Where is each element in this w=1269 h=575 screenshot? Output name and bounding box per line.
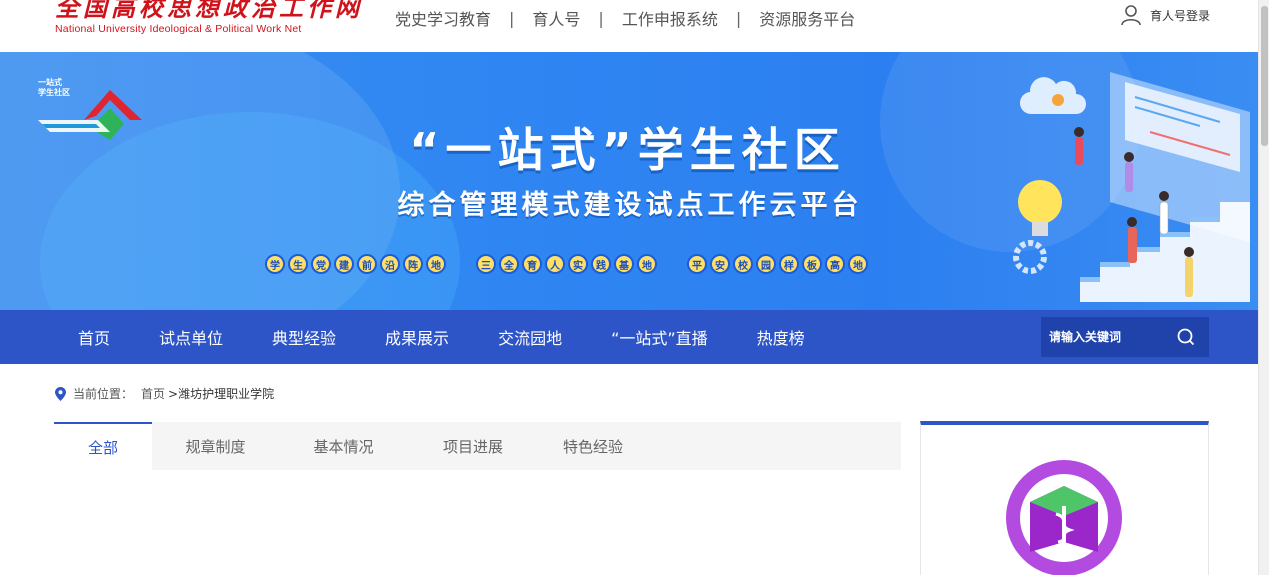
slogan-char: 三: [476, 254, 496, 274]
search-button[interactable]: [1177, 328, 1195, 350]
category-tabs: 全部 规章制度 基本情况 项目进展 特色经验: [54, 422, 901, 470]
nav-achievements[interactable]: 成果展示: [385, 325, 449, 349]
slogan-char: 样: [779, 254, 799, 274]
slogan-char: 板: [802, 254, 822, 274]
school-info-card: [920, 421, 1209, 575]
slogan-char: 高: [825, 254, 845, 274]
top-nav: 党史学习教育 | 育人号 | 工作申报系统 | 资源服务平台: [395, 6, 855, 30]
topnav-resource-platform[interactable]: 资源服务平台: [759, 6, 855, 30]
main-nav: 首页 试点单位 典型经验 成果展示 交流园地 “一站式”直播 热度榜: [0, 310, 1260, 364]
hero-banner: 一站式 学生社区 “一站式”学生社区 综合管理模式建设试点工作云平台 学 生 党…: [0, 52, 1260, 310]
breadcrumb-current: >潍坊护理职业学院: [168, 387, 275, 401]
logo-subtitle: National University Ideological & Politi…: [55, 23, 302, 35]
slogan-safe-campus: 平 安 校 园 样 板 高 地: [687, 254, 868, 274]
slogan-party-building: 学 生 党 建 前 沿 阵 地: [265, 254, 446, 274]
nav-typical-experience[interactable]: 典型经验: [272, 325, 336, 349]
nav-home[interactable]: 首页: [78, 325, 110, 349]
tab-featured-experience[interactable]: 特色经验: [538, 422, 648, 470]
logo-title: 全国高校思想政治工作网: [55, 0, 363, 22]
page-scrollbar[interactable]: [1258, 0, 1269, 575]
school-emblem-icon: [1006, 460, 1122, 575]
slogan-char: 人: [545, 254, 565, 274]
slogan-char: 沿: [380, 254, 400, 274]
slogan-char: 全: [499, 254, 519, 274]
slogan-char: 党: [311, 254, 331, 274]
banner-illustration: [1013, 72, 1250, 302]
slogan-char: 前: [357, 254, 377, 274]
logo-line1: 一站式: [38, 78, 62, 87]
tab-regulations[interactable]: 规章制度: [152, 422, 279, 470]
lightbulb-icon: [1018, 180, 1062, 224]
slogan-char: 安: [710, 254, 730, 274]
topnav-separator: |: [509, 8, 515, 28]
slogan-char: 校: [733, 254, 753, 274]
slogan-char: 地: [637, 254, 657, 274]
slogan-char: 学: [265, 254, 285, 274]
topnav-party-history[interactable]: 党史学习教育: [395, 6, 491, 30]
slogan-char: 育: [522, 254, 542, 274]
tab-project-progress[interactable]: 项目进展: [408, 422, 538, 470]
nav-exchange[interactable]: 交流园地: [498, 325, 562, 349]
user-icon: [1121, 5, 1141, 26]
slogan-char: 建: [334, 254, 354, 274]
slogan-char: 阵: [403, 254, 423, 274]
logo-line2: 学生社区: [38, 88, 70, 97]
location-pin-icon: [55, 386, 66, 401]
nav-hot-list[interactable]: 热度榜: [757, 325, 805, 349]
topnav-work-declaration[interactable]: 工作申报系统: [622, 6, 718, 30]
nav-live[interactable]: “一站式”直播: [611, 325, 708, 349]
login-button[interactable]: 育人号登录: [1120, 4, 1210, 26]
site-logo[interactable]: 全国高校思想政治工作网 National University Ideologi…: [55, 0, 363, 35]
cloud-icon: [1019, 77, 1086, 115]
search-input[interactable]: [1041, 330, 1161, 344]
nav-pilot-units[interactable]: 试点单位: [159, 325, 223, 349]
topnav-separator: |: [598, 8, 604, 28]
slogan-char: 基: [614, 254, 634, 274]
slogan-char: 地: [848, 254, 868, 274]
slogan-char: 地: [426, 254, 446, 274]
banner-title-text: “一站式”学生社区: [409, 123, 846, 177]
topnav-separator: |: [735, 8, 742, 28]
slogan-char: 平: [687, 254, 707, 274]
top-header: 全国高校思想政治工作网 National University Ideologi…: [0, 0, 1258, 52]
slogan-char: 实: [568, 254, 588, 274]
login-label: 育人号登录: [1149, 8, 1210, 23]
tab-all[interactable]: 全部: [54, 422, 152, 470]
topnav-yurenhao[interactable]: 育人号: [532, 6, 580, 30]
breadcrumb: 当前位置： 首页 >潍坊护理职业学院: [55, 385, 274, 402]
tab-basic-info[interactable]: 基本情况: [279, 422, 408, 470]
slogan-char: 园: [756, 254, 776, 274]
search-icon: [1177, 328, 1195, 346]
slogan-char: 践: [591, 254, 611, 274]
breadcrumb-label: 当前位置：: [73, 387, 134, 401]
slogan-char: 生: [288, 254, 308, 274]
slogan-education: 三 全 育 人 实 践 基 地: [476, 254, 657, 274]
community-logo-text: 一站式 学生社区: [38, 78, 70, 98]
scrollbar-thumb[interactable]: [1261, 6, 1268, 146]
slogan-row: 学 生 党 建 前 沿 阵 地 三 全 育 人 实 践 基 地 平 安 校 园 …: [265, 254, 868, 274]
search-box: [1041, 317, 1209, 357]
breadcrumb-home[interactable]: 首页: [141, 385, 165, 402]
